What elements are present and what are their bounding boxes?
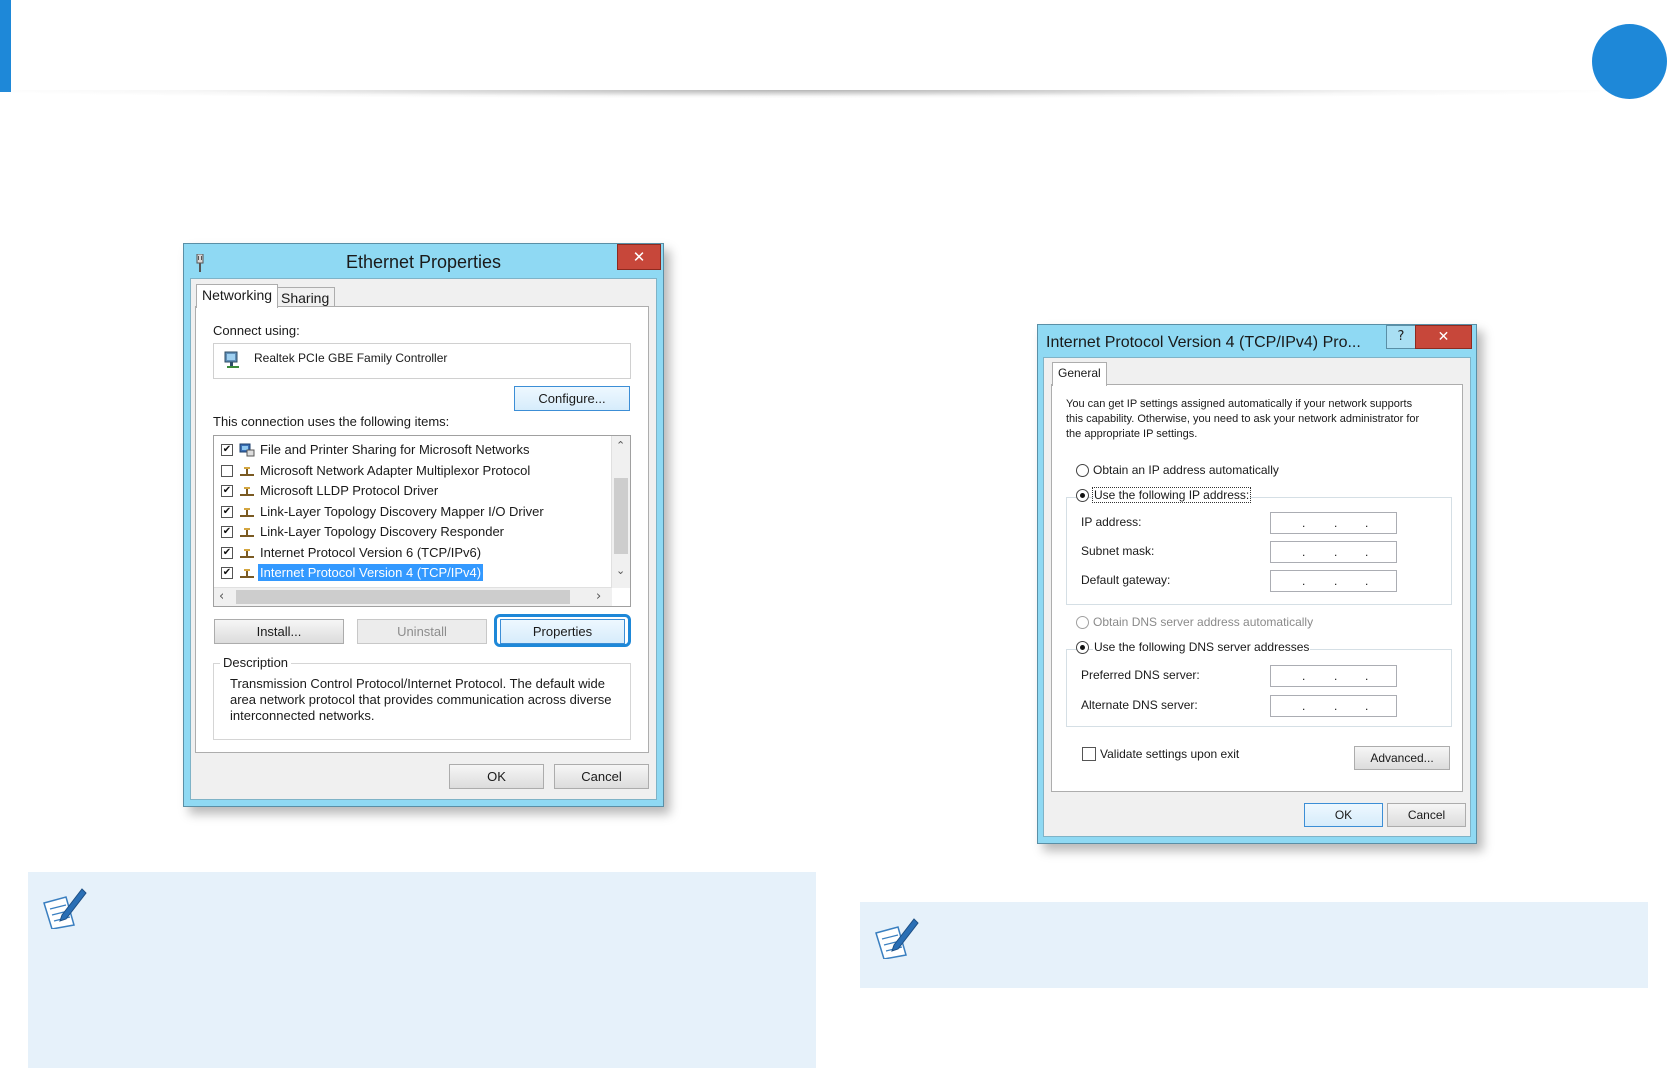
dialog-title: Ethernet Properties <box>345 252 502 272</box>
connect-using-label: Connect using: <box>213 323 300 338</box>
network-protocol-icon <box>239 566 255 580</box>
item-checkbox[interactable]: ✔ <box>221 567 233 579</box>
note-pencil-icon <box>40 885 88 934</box>
item-label: Microsoft Network Adapter Multiplexor Pr… <box>260 462 531 478</box>
hscroll-thumb[interactable] <box>236 590 570 604</box>
obtain-dns-auto-radio[interactable] <box>1076 616 1089 629</box>
item-checkbox[interactable]: ✔ <box>221 485 233 497</box>
tab-page-general: You can get IP settings assigned automat… <box>1051 384 1463 792</box>
tab-general[interactable]: General <box>1052 362 1107 386</box>
properties-button[interactable]: Properties <box>500 619 625 644</box>
note-pencil-icon <box>872 915 920 964</box>
network-protocol-icon <box>239 525 255 539</box>
network-card-icon <box>224 350 242 370</box>
default-gateway-label: Default gateway: <box>1081 573 1171 587</box>
network-protocol-icon <box>239 484 255 498</box>
adapter-box: Realtek PCIe GBE Family Controller <box>213 343 631 379</box>
scroll-thumb[interactable] <box>614 478 628 554</box>
tab-sharing[interactable]: Sharing <box>275 287 336 308</box>
horizontal-scrollbar[interactable]: ‹ › <box>214 587 612 606</box>
alternate-dns-input[interactable]: ... <box>1270 695 1397 717</box>
item-label: File and Printer Sharing for Microsoft N… <box>260 442 530 457</box>
ok-button[interactable]: OK <box>449 764 544 789</box>
items-list: ✔ File and Printer Sharing for Microsoft … <box>213 435 631 607</box>
list-item[interactable]: ✔ Microsoft LLDP Protocol Driver <box>214 481 602 502</box>
list-item[interactable]: ✔ File and Printer Sharing for Microsoft … <box>214 440 602 461</box>
item-label: Link-Layer Topology Discovery Mapper I/O… <box>260 503 544 519</box>
dialog-client-area: General You can get IP settings assigned… <box>1043 357 1471 837</box>
header-divider <box>0 90 1600 98</box>
item-label: Link-Layer Topology Discovery Responder <box>260 524 504 539</box>
description-label: Description <box>220 655 292 670</box>
ethernet-properties-dialog: Ethernet Properties ✕ Networking Sharing… <box>183 243 664 807</box>
use-following-dns-radio[interactable] <box>1076 641 1089 654</box>
page-accent-bar <box>0 0 11 92</box>
close-button[interactable]: ✕ <box>617 244 661 270</box>
use-following-ip-label: Use the following IP address: <box>1091 487 1252 503</box>
validate-checkbox[interactable] <box>1082 747 1096 761</box>
items-label: This connection uses the following items… <box>213 414 450 429</box>
list-item[interactable]: ✔ Link-Layer Topology Discovery Mapper I/… <box>214 502 602 523</box>
advanced-button[interactable]: Advanced... <box>1354 746 1450 770</box>
list-item[interactable]: ✔ Internet Protocol Version 4 (TCP/IPv4) <box>214 563 602 584</box>
ip-address-label: IP address: <box>1081 515 1142 529</box>
item-checkbox[interactable]: ✔ <box>221 505 233 518</box>
network-protocol-icon <box>239 464 255 478</box>
obtain-ip-auto-radio[interactable] <box>1076 464 1089 477</box>
install-button[interactable]: Install... <box>214 619 344 644</box>
obtain-dns-auto-label: Obtain DNS server address automatically <box>1093 615 1314 629</box>
scroll-left-arrow-icon[interactable]: ‹ <box>219 589 224 604</box>
item-checkbox[interactable] <box>221 464 233 477</box>
intro-text: You can get IP settings assigned automat… <box>1066 398 1420 440</box>
scroll-up-arrow-icon[interactable]: ⌃ <box>616 439 625 452</box>
cancel-button[interactable]: Cancel <box>1387 803 1466 827</box>
cancel-button[interactable]: Cancel <box>554 764 649 789</box>
ok-button[interactable]: OK <box>1304 803 1383 827</box>
tab-networking[interactable]: Networking <box>196 284 279 308</box>
ipv4-properties-dialog: Internet Protocol Version 4 (TCP/IPv4) P… <box>1037 324 1477 844</box>
preferred-dns-label: Preferred DNS server: <box>1081 668 1200 682</box>
help-button[interactable]: ? <box>1386 325 1416 349</box>
note-box-left <box>28 872 816 1068</box>
item-label: Internet Protocol Version 4 (TCP/IPv4) <box>258 564 484 581</box>
close-button[interactable]: ✕ <box>1415 325 1472 349</box>
subnet-mask-input[interactable]: ... <box>1270 541 1397 563</box>
list-item[interactable]: ✔ Link-Layer Topology Discovery Responder <box>214 522 602 543</box>
dialog-client-area: Networking Sharing Connect using: Realte… <box>190 278 657 800</box>
item-checkbox[interactable]: ✔ <box>221 526 233 538</box>
item-label: Internet Protocol Version 6 (TCP/IPv6) <box>260 544 482 560</box>
adapter-name: Realtek PCIe GBE Family Controller <box>254 351 448 365</box>
preferred-dns-input[interactable]: ... <box>1270 665 1397 687</box>
ip-address-input[interactable]: ... <box>1270 512 1397 534</box>
item-label: Microsoft LLDP Protocol Driver <box>260 483 439 498</box>
uninstall-button[interactable]: Uninstall <box>357 619 487 644</box>
note-box-right <box>860 902 1648 988</box>
tab-page-networking: Connect using: Realtek PCIe GBE Family C… <box>195 306 649 753</box>
file-printer-sharing-icon <box>239 443 255 457</box>
item-checkbox[interactable]: ✔ <box>221 546 233 559</box>
dialog-title: Internet Protocol Version 4 (TCP/IPv4) P… <box>1046 334 1361 351</box>
vertical-scrollbar[interactable]: ⌃ ⌄ <box>611 436 630 588</box>
list-item[interactable]: Microsoft Network Adapter Multiplexor Pr… <box>214 461 602 482</box>
scroll-down-arrow-icon[interactable]: ⌄ <box>616 564 625 577</box>
network-protocol-icon <box>239 546 255 560</box>
configure-button[interactable]: Configure... <box>514 386 630 411</box>
obtain-ip-auto-label: Obtain an IP address automatically <box>1093 463 1279 477</box>
use-following-ip-radio[interactable] <box>1076 489 1089 502</box>
network-protocol-icon <box>239 505 255 519</box>
alternate-dns-label: Alternate DNS server: <box>1081 698 1198 712</box>
validate-label: Validate settings upon exit <box>1100 747 1240 761</box>
item-checkbox[interactable]: ✔ <box>221 444 233 456</box>
list-item[interactable]: ✔ Internet Protocol Version 6 (TCP/IPv6) <box>214 543 602 564</box>
description-group: Description Transmission Control Protoco… <box>213 655 631 740</box>
description-text: Transmission Control Protocol/Internet P… <box>230 676 612 723</box>
subnet-mask-label: Subnet mask: <box>1081 544 1155 558</box>
page-marker-dot <box>1592 24 1667 99</box>
scroll-right-arrow-icon[interactable]: › <box>596 589 601 604</box>
default-gateway-input[interactable]: ... <box>1270 570 1397 592</box>
use-following-dns-label: Use the following DNS server addresses <box>1093 640 1311 654</box>
